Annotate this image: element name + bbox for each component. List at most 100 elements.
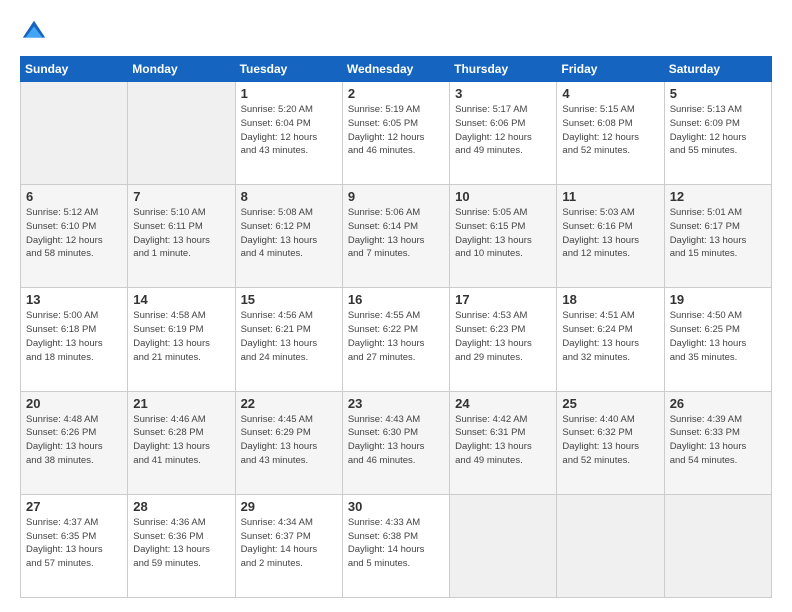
day-number: 19 <box>670 292 766 307</box>
cell-info: Sunrise: 5:08 AM Sunset: 6:12 PM Dayligh… <box>241 206 337 261</box>
calendar-cell: 23 Sunrise: 4:43 AM Sunset: 6:30 PM Dayli… <box>342 391 449 494</box>
calendar-cell: 19 Sunrise: 4:50 AM Sunset: 6:25 PM Dayli… <box>664 288 771 391</box>
day-number: 4 <box>562 86 658 101</box>
cell-info: Sunrise: 4:43 AM Sunset: 6:30 PM Dayligh… <box>348 413 444 468</box>
calendar-cell: 1 Sunrise: 5:20 AM Sunset: 6:04 PM Daylig… <box>235 82 342 185</box>
day-number: 14 <box>133 292 229 307</box>
cell-info: Sunrise: 4:50 AM Sunset: 6:25 PM Dayligh… <box>670 309 766 364</box>
day-number: 27 <box>26 499 122 514</box>
day-number: 9 <box>348 189 444 204</box>
calendar-cell: 25 Sunrise: 4:40 AM Sunset: 6:32 PM Dayli… <box>557 391 664 494</box>
day-number: 22 <box>241 396 337 411</box>
calendar-cell: 18 Sunrise: 4:51 AM Sunset: 6:24 PM Dayli… <box>557 288 664 391</box>
cell-info: Sunrise: 4:45 AM Sunset: 6:29 PM Dayligh… <box>241 413 337 468</box>
day-number: 7 <box>133 189 229 204</box>
day-header-thursday: Thursday <box>450 57 557 82</box>
cell-info: Sunrise: 4:46 AM Sunset: 6:28 PM Dayligh… <box>133 413 229 468</box>
day-number: 16 <box>348 292 444 307</box>
day-number: 11 <box>562 189 658 204</box>
day-number: 30 <box>348 499 444 514</box>
cell-info: Sunrise: 5:01 AM Sunset: 6:17 PM Dayligh… <box>670 206 766 261</box>
header <box>20 18 772 46</box>
day-number: 23 <box>348 396 444 411</box>
day-number: 10 <box>455 189 551 204</box>
calendar-cell: 6Sunrise: 5:12 AM Sunset: 6:10 PM Daylig… <box>21 185 128 288</box>
cell-info: Sunrise: 5:06 AM Sunset: 6:14 PM Dayligh… <box>348 206 444 261</box>
day-header-saturday: Saturday <box>664 57 771 82</box>
logo <box>20 18 54 46</box>
cell-info: Sunrise: 4:39 AM Sunset: 6:33 PM Dayligh… <box>670 413 766 468</box>
calendar-cell: 14 Sunrise: 4:58 AM Sunset: 6:19 PM Dayli… <box>128 288 235 391</box>
day-number: 20 <box>26 396 122 411</box>
cell-info: Sunrise: 5:13 AM Sunset: 6:09 PM Dayligh… <box>670 103 766 158</box>
calendar-cell: 2Sunrise: 5:19 AM Sunset: 6:05 PM Daylig… <box>342 82 449 185</box>
calendar-cell: 28 Sunrise: 4:36 AM Sunset: 6:36 PM Dayli… <box>128 494 235 597</box>
day-number: 3 <box>455 86 551 101</box>
cell-info: Sunrise: 4:40 AM Sunset: 6:32 PM Dayligh… <box>562 413 658 468</box>
cell-info: Sunrise: 5:20 AM Sunset: 6:04 PM Dayligh… <box>241 103 337 158</box>
day-header-sunday: Sunday <box>21 57 128 82</box>
cell-info: Sunrise: 4:33 AM Sunset: 6:38 PM Dayligh… <box>348 516 444 571</box>
calendar-cell <box>128 82 235 185</box>
day-number: 2 <box>348 86 444 101</box>
calendar-week-row: 1 Sunrise: 5:20 AM Sunset: 6:04 PM Daylig… <box>21 82 772 185</box>
calendar-cell: 17 Sunrise: 4:53 AM Sunset: 6:23 PM Dayli… <box>450 288 557 391</box>
day-header-monday: Monday <box>128 57 235 82</box>
day-number: 18 <box>562 292 658 307</box>
calendar-cell <box>450 494 557 597</box>
calendar-week-row: 6Sunrise: 5:12 AM Sunset: 6:10 PM Daylig… <box>21 185 772 288</box>
cell-info: Sunrise: 4:51 AM Sunset: 6:24 PM Dayligh… <box>562 309 658 364</box>
cell-info: Sunrise: 5:15 AM Sunset: 6:08 PM Dayligh… <box>562 103 658 158</box>
calendar-cell: 13 Sunrise: 5:00 AM Sunset: 6:18 PM Dayli… <box>21 288 128 391</box>
cell-info: Sunrise: 4:56 AM Sunset: 6:21 PM Dayligh… <box>241 309 337 364</box>
day-number: 25 <box>562 396 658 411</box>
calendar-cell: 29Sunrise: 4:34 AM Sunset: 6:37 PM Dayli… <box>235 494 342 597</box>
calendar-cell: 16 Sunrise: 4:55 AM Sunset: 6:22 PM Dayli… <box>342 288 449 391</box>
calendar-cell: 15 Sunrise: 4:56 AM Sunset: 6:21 PM Dayli… <box>235 288 342 391</box>
cell-info: Sunrise: 4:53 AM Sunset: 6:23 PM Dayligh… <box>455 309 551 364</box>
cell-info: Sunrise: 4:55 AM Sunset: 6:22 PM Dayligh… <box>348 309 444 364</box>
calendar-cell: 3Sunrise: 5:17 AM Sunset: 6:06 PM Daylig… <box>450 82 557 185</box>
day-header-wednesday: Wednesday <box>342 57 449 82</box>
cell-info: Sunrise: 5:00 AM Sunset: 6:18 PM Dayligh… <box>26 309 122 364</box>
calendar-cell: 12 Sunrise: 5:01 AM Sunset: 6:17 PM Dayli… <box>664 185 771 288</box>
day-header-friday: Friday <box>557 57 664 82</box>
day-header-tuesday: Tuesday <box>235 57 342 82</box>
calendar-cell: 21 Sunrise: 4:46 AM Sunset: 6:28 PM Dayli… <box>128 391 235 494</box>
calendar-cell: 22 Sunrise: 4:45 AM Sunset: 6:29 PM Dayli… <box>235 391 342 494</box>
calendar-header-row: SundayMondayTuesdayWednesdayThursdayFrid… <box>21 57 772 82</box>
day-number: 6 <box>26 189 122 204</box>
calendar-cell: 30 Sunrise: 4:33 AM Sunset: 6:38 PM Dayli… <box>342 494 449 597</box>
cell-info: Sunrise: 4:34 AM Sunset: 6:37 PM Dayligh… <box>241 516 337 571</box>
calendar-cell: 8 Sunrise: 5:08 AM Sunset: 6:12 PM Daylig… <box>235 185 342 288</box>
day-number: 21 <box>133 396 229 411</box>
page: SundayMondayTuesdayWednesdayThursdayFrid… <box>0 0 792 612</box>
day-number: 15 <box>241 292 337 307</box>
calendar-cell: 24 Sunrise: 4:42 AM Sunset: 6:31 PM Dayli… <box>450 391 557 494</box>
day-number: 1 <box>241 86 337 101</box>
calendar-cell: 5 Sunrise: 5:13 AM Sunset: 6:09 PM Daylig… <box>664 82 771 185</box>
cell-info: Sunrise: 4:36 AM Sunset: 6:36 PM Dayligh… <box>133 516 229 571</box>
calendar-cell <box>664 494 771 597</box>
cell-info: Sunrise: 5:05 AM Sunset: 6:15 PM Dayligh… <box>455 206 551 261</box>
day-number: 17 <box>455 292 551 307</box>
calendar-week-row: 27Sunrise: 4:37 AM Sunset: 6:35 PM Dayli… <box>21 494 772 597</box>
calendar-cell <box>21 82 128 185</box>
calendar-cell <box>557 494 664 597</box>
calendar-cell: 10 Sunrise: 5:05 AM Sunset: 6:15 PM Dayli… <box>450 185 557 288</box>
day-number: 8 <box>241 189 337 204</box>
calendar-cell: 26 Sunrise: 4:39 AM Sunset: 6:33 PM Dayli… <box>664 391 771 494</box>
day-number: 28 <box>133 499 229 514</box>
day-number: 26 <box>670 396 766 411</box>
cell-info: Sunrise: 4:48 AM Sunset: 6:26 PM Dayligh… <box>26 413 122 468</box>
logo-icon <box>20 18 48 46</box>
day-number: 5 <box>670 86 766 101</box>
day-number: 12 <box>670 189 766 204</box>
cell-info: Sunrise: 4:58 AM Sunset: 6:19 PM Dayligh… <box>133 309 229 364</box>
day-number: 13 <box>26 292 122 307</box>
calendar-cell: 27Sunrise: 4:37 AM Sunset: 6:35 PM Dayli… <box>21 494 128 597</box>
cell-info: Sunrise: 4:42 AM Sunset: 6:31 PM Dayligh… <box>455 413 551 468</box>
calendar-week-row: 20 Sunrise: 4:48 AM Sunset: 6:26 PM Dayli… <box>21 391 772 494</box>
day-number: 24 <box>455 396 551 411</box>
calendar-cell: 9 Sunrise: 5:06 AM Sunset: 6:14 PM Daylig… <box>342 185 449 288</box>
